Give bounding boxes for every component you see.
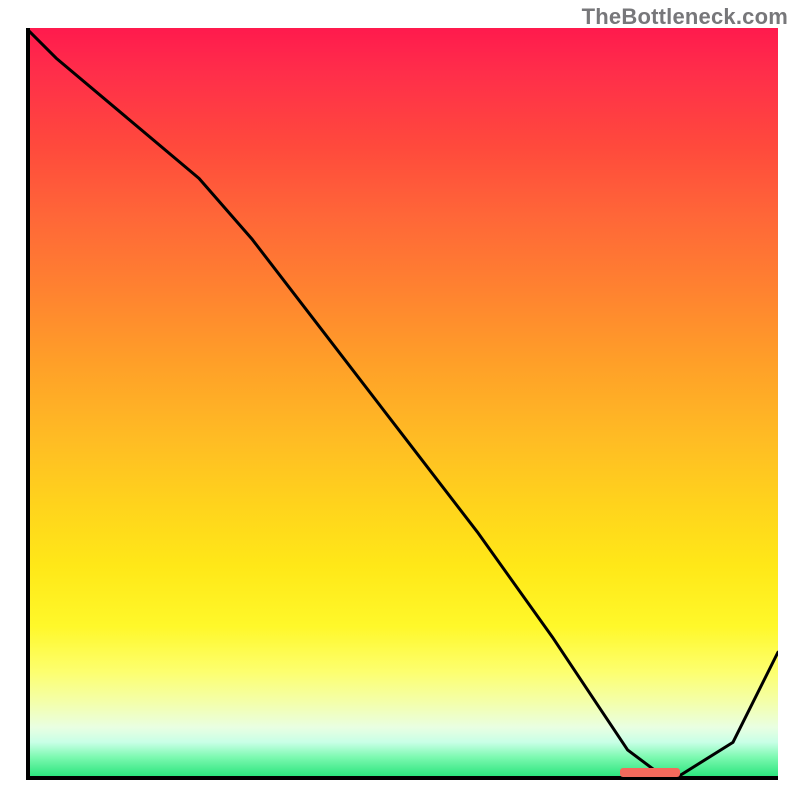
attribution-label: TheBottleneck.com: [582, 4, 788, 30]
plot-area: [26, 28, 778, 780]
chart-container: TheBottleneck.com: [0, 0, 800, 800]
